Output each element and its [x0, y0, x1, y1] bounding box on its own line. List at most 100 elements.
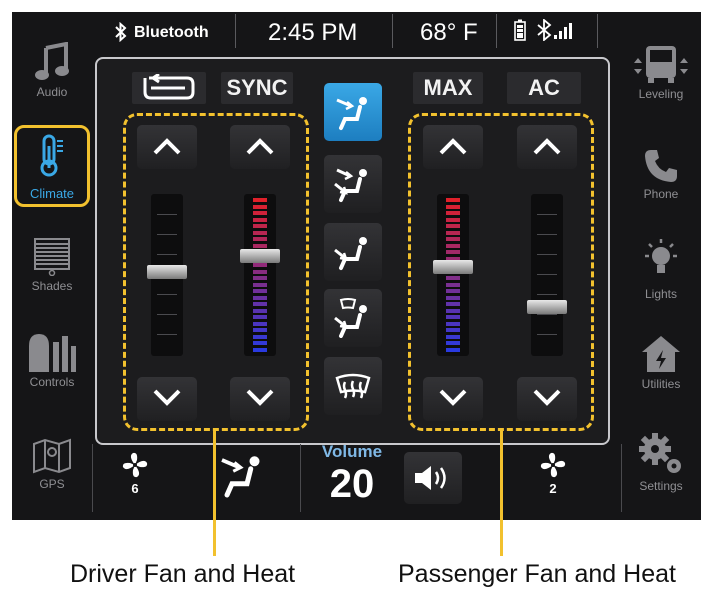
vent-mode-face-button[interactable]: [324, 83, 382, 141]
vent-face-icon: [221, 456, 260, 498]
heat-level-segment: [446, 198, 460, 202]
fan-level-tick: [537, 334, 557, 335]
driver-fan-down-button[interactable]: [137, 377, 197, 421]
speaker-icon: [415, 466, 446, 490]
vent-mode-floor-button[interactable]: [324, 223, 382, 281]
driver-heat-slider-knob[interactable]: [240, 248, 280, 263]
nav-phone[interactable]: Phone: [621, 148, 701, 201]
fan-level-tick: [537, 274, 557, 275]
passenger-fan-up-button[interactable]: [517, 125, 577, 169]
fan-level-tick: [537, 294, 557, 295]
nav-controls[interactable]: Controls: [12, 332, 92, 389]
light-bulb-icon: [645, 239, 677, 273]
passenger-heat-up-button[interactable]: [423, 125, 483, 169]
ac-button[interactable]: AC: [507, 72, 581, 104]
chevron-up-icon: [439, 138, 467, 155]
heat-level-segment: [446, 328, 460, 332]
vent-mode-defrost-button[interactable]: [324, 357, 382, 415]
passenger-fan-speed-indicator[interactable]: 2: [526, 452, 580, 496]
passenger-callout-line: [500, 430, 503, 556]
fan-level-tick: [537, 314, 557, 315]
chevron-down-icon: [439, 389, 467, 406]
volume-label: Volume: [321, 442, 383, 461]
status-bar: Bluetooth 2:45 PM 68° F: [92, 12, 612, 54]
generator-controls-icon: [29, 334, 76, 372]
nav-shades[interactable]: Shades: [12, 238, 92, 293]
heat-level-segment: [253, 276, 267, 280]
heat-level-segment: [253, 321, 267, 326]
driver-heat-down-button[interactable]: [230, 377, 290, 421]
cell-signal-icon: [536, 12, 576, 54]
chevron-down-icon: [153, 389, 181, 406]
driver-fan-slider-knob[interactable]: [147, 264, 187, 279]
heat-level-segment: [253, 217, 267, 222]
thermometer-icon: [40, 134, 63, 177]
passenger-fan-slider-knob[interactable]: [527, 300, 567, 315]
max-button[interactable]: MAX: [413, 72, 483, 104]
driver-heat-up-button[interactable]: [230, 125, 290, 169]
nav-climate[interactable]: Climate: [14, 125, 90, 207]
heat-level-segment: [253, 308, 267, 313]
nav-leveling[interactable]: Leveling: [621, 44, 701, 101]
fan-level-tick: [537, 254, 557, 255]
bottom-divider: [621, 444, 622, 512]
passenger-heat-slider-knob[interactable]: [433, 259, 473, 274]
bluetooth-icon: [114, 12, 128, 54]
climate-panel: SYNC MAX AC: [95, 57, 610, 445]
chevron-up-icon: [246, 138, 274, 155]
heat-level-segment: [253, 334, 267, 339]
nav-audio[interactable]: Audio: [12, 42, 92, 99]
heat-level-segment: [253, 263, 267, 267]
heat-level-segment: [446, 230, 460, 235]
heat-level-segment: [253, 347, 267, 352]
status-divider: [235, 14, 236, 48]
nav-settings-label: Settings: [639, 479, 683, 493]
heat-level-segment: [253, 295, 267, 300]
recirculate-icon: [143, 72, 195, 100]
vent-floor-defrost-icon: [334, 298, 367, 338]
vent-mode-face-floor-button[interactable]: [324, 155, 382, 213]
fan-level-tick: [157, 254, 177, 255]
heat-level-segment: [446, 204, 460, 209]
driver-fan-speed-indicator[interactable]: 6: [108, 452, 162, 496]
nav-leveling-label: Leveling: [638, 87, 684, 101]
heat-level-segment: [446, 295, 460, 300]
vent-face-quick-button[interactable]: [212, 450, 272, 505]
nav-lights[interactable]: Lights: [621, 238, 701, 301]
nav-phone-label: Phone: [643, 187, 679, 201]
heat-level-segment: [253, 302, 267, 306]
heat-level-segment: [446, 315, 460, 319]
chevron-up-icon: [533, 138, 561, 155]
nav-gps-label: GPS: [39, 477, 65, 491]
vent-face-floor-icon: [334, 168, 367, 202]
bottom-divider: [300, 444, 301, 512]
climate-screen: Bluetooth 2:45 PM 68° F Audio Climate Sh…: [12, 12, 701, 520]
fan-level-tick: [157, 294, 177, 295]
nav-gps[interactable]: GPS: [12, 438, 92, 491]
nav-utilities[interactable]: Utilities: [621, 334, 701, 391]
defrost-icon: [335, 373, 371, 399]
clock-time: 2:45 PM: [268, 19, 358, 46]
recirculate-button[interactable]: [132, 72, 206, 104]
chevron-down-icon: [246, 389, 274, 406]
driver-callout-line: [213, 430, 216, 556]
map-icon: [33, 438, 71, 474]
fan-level-tick: [157, 234, 177, 235]
passenger-heat-down-button[interactable]: [423, 377, 483, 421]
volume-button[interactable]: [404, 452, 462, 504]
vent-mode-floor-defrost-button[interactable]: [324, 289, 382, 347]
passenger-fan-down-button[interactable]: [517, 377, 577, 421]
driver-fan-up-button[interactable]: [137, 125, 197, 169]
heat-level-segment: [446, 289, 460, 293]
driver-heat-track: [244, 194, 276, 356]
passenger-fan-track: [531, 194, 563, 356]
fan-icon: [540, 452, 566, 478]
fan-level-tick: [157, 314, 177, 315]
heat-level-segment: [446, 224, 460, 228]
sync-button[interactable]: SYNC: [221, 72, 293, 104]
heat-level-segment: [253, 269, 267, 274]
driver-caption: Driver Fan and Heat: [70, 560, 296, 588]
nav-settings[interactable]: Settings: [621, 432, 701, 493]
status-divider: [597, 14, 598, 48]
chevron-down-icon: [533, 389, 561, 406]
